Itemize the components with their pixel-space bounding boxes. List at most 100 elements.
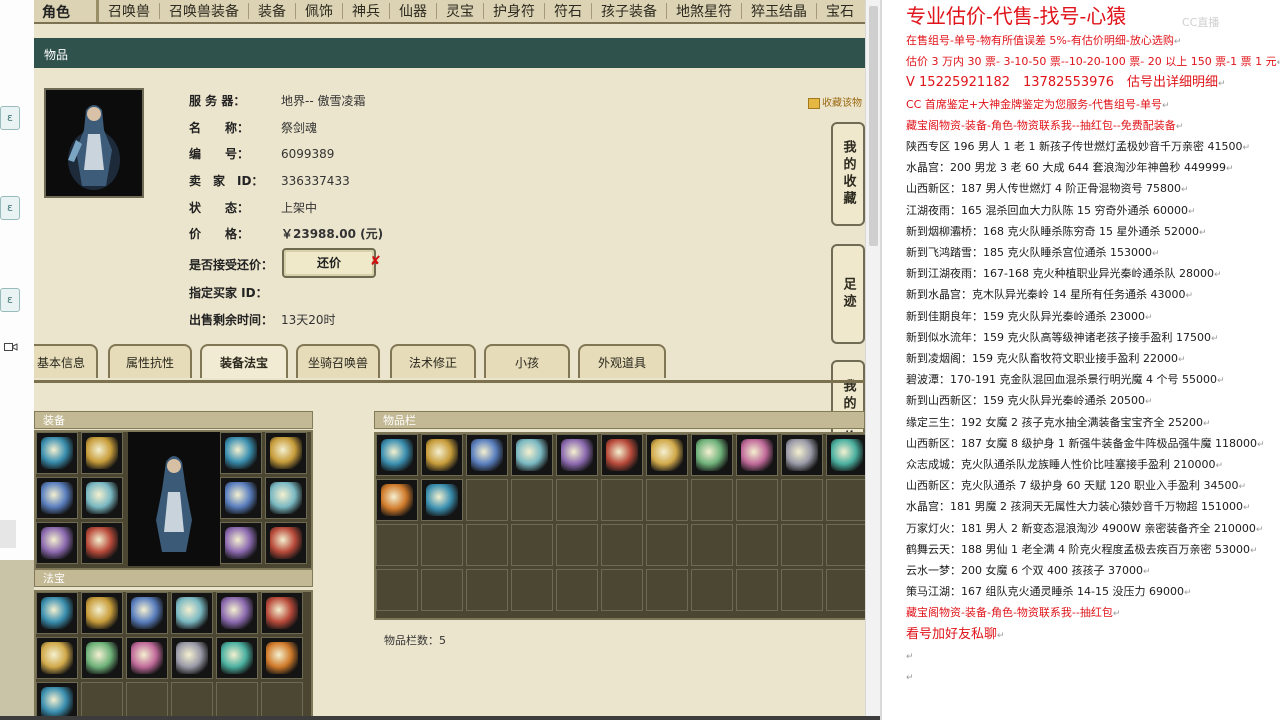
- history-button[interactable]: 足迹: [831, 244, 865, 344]
- item-slot[interactable]: [376, 434, 418, 476]
- close-icon[interactable]: ✘: [370, 254, 381, 269]
- item-slot[interactable]: [691, 479, 733, 521]
- vertical-scrollbar[interactable]: [865, 0, 881, 720]
- item-slot[interactable]: [601, 434, 643, 476]
- item-slot[interactable]: [376, 479, 418, 521]
- item-slot[interactable]: [81, 432, 123, 474]
- item-slot[interactable]: [261, 682, 303, 720]
- item-slot[interactable]: [376, 569, 418, 611]
- tab-spells[interactable]: 法术修正: [390, 344, 476, 378]
- item-slot[interactable]: [781, 524, 823, 566]
- item-slot[interactable]: [421, 479, 463, 521]
- item-slot[interactable]: [601, 524, 643, 566]
- item-slot[interactable]: [736, 434, 778, 476]
- item-slot[interactable]: [36, 522, 78, 564]
- item-slot[interactable]: [81, 522, 123, 564]
- app-icon[interactable]: ε: [0, 196, 20, 220]
- item-slot[interactable]: [36, 682, 78, 720]
- my-favorites-button[interactable]: 我的收藏: [831, 122, 865, 226]
- item-slot[interactable]: [466, 524, 508, 566]
- tab-child[interactable]: 小孩: [484, 344, 570, 378]
- item-slot[interactable]: [216, 682, 258, 720]
- item-slot[interactable]: [421, 434, 463, 476]
- item-slot[interactable]: [691, 434, 733, 476]
- nav-item[interactable]: 护身符: [484, 1, 544, 21]
- nav-item[interactable]: 灵宝: [437, 1, 483, 21]
- item-slot[interactable]: [36, 477, 78, 519]
- item-slot[interactable]: [556, 434, 598, 476]
- tab-appearance[interactable]: 外观道具: [578, 344, 666, 378]
- item-slot[interactable]: [265, 432, 307, 474]
- item-slot[interactable]: [736, 524, 778, 566]
- item-slot[interactable]: [826, 569, 865, 611]
- nav-item[interactable]: 猝玉结晶: [742, 1, 816, 21]
- item-slot[interactable]: [736, 569, 778, 611]
- tab-basic-info[interactable]: 基本信息: [34, 344, 98, 378]
- item-slot[interactable]: [601, 479, 643, 521]
- item-slot[interactable]: [81, 682, 123, 720]
- tab-equipment[interactable]: 装备法宝: [200, 344, 288, 378]
- item-slot[interactable]: [220, 432, 262, 474]
- item-slot[interactable]: [220, 477, 262, 519]
- item-slot[interactable]: [691, 569, 733, 611]
- nav-item[interactable]: 仙器: [390, 1, 436, 21]
- item-slot[interactable]: [36, 592, 78, 634]
- item-slot[interactable]: [265, 477, 307, 519]
- item-slot[interactable]: [826, 479, 865, 521]
- counter-offer-button[interactable]: 还价: [282, 248, 376, 278]
- item-slot[interactable]: [511, 434, 553, 476]
- item-slot[interactable]: [511, 569, 553, 611]
- app-icon[interactable]: ε: [0, 106, 20, 130]
- nav-item[interactable]: 召唤兽: [99, 1, 159, 21]
- item-slot[interactable]: [646, 479, 688, 521]
- tab-attributes[interactable]: 属性抗性: [108, 344, 192, 378]
- app-icon[interactable]: ε: [0, 288, 20, 312]
- nav-item-role[interactable]: 角色: [42, 2, 70, 22]
- item-slot[interactable]: [466, 569, 508, 611]
- item-slot[interactable]: [216, 592, 258, 634]
- item-slot[interactable]: [556, 569, 598, 611]
- nav-item[interactable]: 孩子装备: [592, 1, 666, 21]
- favorite-link[interactable]: 收藏该物: [808, 94, 862, 109]
- item-slot[interactable]: [736, 479, 778, 521]
- item-slot[interactable]: [511, 524, 553, 566]
- item-slot[interactable]: [781, 434, 823, 476]
- item-slot[interactable]: [691, 524, 733, 566]
- item-slot[interactable]: [466, 434, 508, 476]
- scrollbar-thumb[interactable]: [869, 6, 878, 246]
- item-slot[interactable]: [646, 434, 688, 476]
- item-slot[interactable]: [261, 637, 303, 679]
- item-slot[interactable]: [81, 477, 123, 519]
- item-slot[interactable]: [556, 479, 598, 521]
- video-camera-icon[interactable]: [4, 342, 18, 355]
- item-slot[interactable]: [421, 524, 463, 566]
- item-slot[interactable]: [216, 637, 258, 679]
- item-slot[interactable]: [646, 569, 688, 611]
- nav-item[interactable]: 神兵: [343, 1, 389, 21]
- nav-item[interactable]: 符石: [545, 1, 591, 21]
- nav-item[interactable]: 召唤兽装备: [160, 1, 248, 21]
- item-slot[interactable]: [126, 592, 168, 634]
- item-slot[interactable]: [171, 592, 213, 634]
- item-slot[interactable]: [171, 637, 213, 679]
- item-slot[interactable]: [126, 637, 168, 679]
- item-slot[interactable]: [265, 522, 307, 564]
- item-slot[interactable]: [36, 637, 78, 679]
- item-slot[interactable]: [36, 432, 78, 474]
- nav-item[interactable]: 地煞星符: [667, 1, 741, 21]
- item-slot[interactable]: [781, 569, 823, 611]
- item-slot[interactable]: [601, 569, 643, 611]
- tab-mounts[interactable]: 坐骑召唤兽: [296, 344, 380, 378]
- item-slot[interactable]: [81, 637, 123, 679]
- nav-item[interactable]: 装备: [249, 1, 295, 21]
- nav-item[interactable]: 宝石: [817, 1, 863, 21]
- item-slot[interactable]: [511, 479, 553, 521]
- item-slot[interactable]: [261, 592, 303, 634]
- item-slot[interactable]: [81, 592, 123, 634]
- item-slot[interactable]: [556, 524, 598, 566]
- nav-item[interactable]: 佩饰: [296, 1, 342, 21]
- item-slot[interactable]: [220, 522, 262, 564]
- item-slot[interactable]: [126, 682, 168, 720]
- item-slot[interactable]: [171, 682, 213, 720]
- item-slot[interactable]: [826, 434, 865, 476]
